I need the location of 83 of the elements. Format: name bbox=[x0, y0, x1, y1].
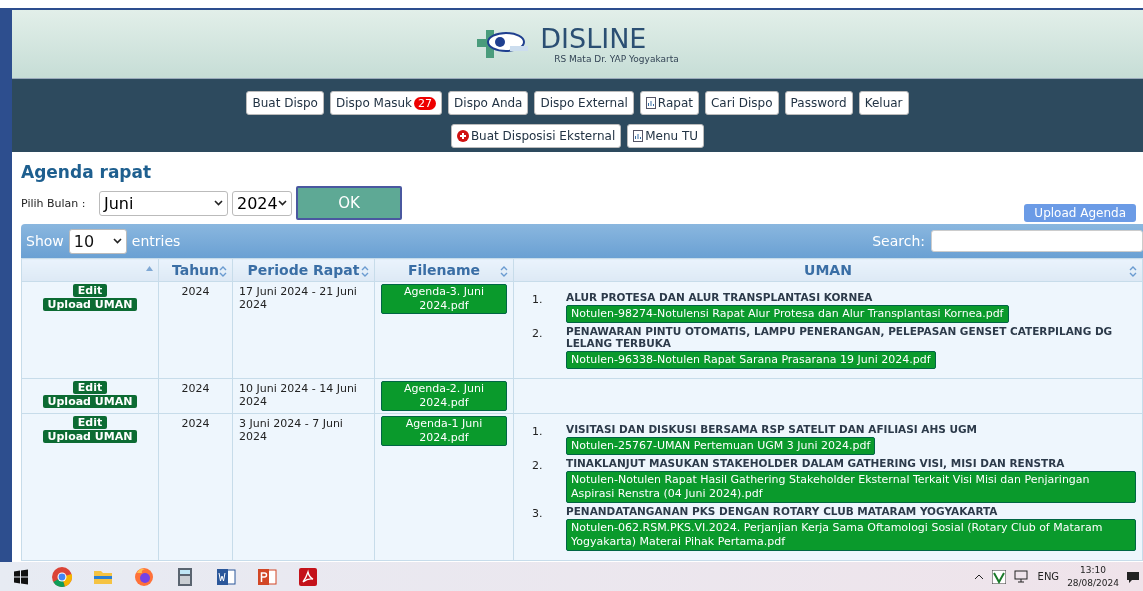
year-dropdown[interactable]: 2024 bbox=[232, 190, 292, 216]
action-button[interactable]: Upload UMAN bbox=[42, 430, 138, 443]
sort-icon[interactable] bbox=[500, 266, 508, 277]
action-button[interactable]: Edit bbox=[72, 284, 108, 297]
item-number: 2. bbox=[532, 458, 544, 474]
nav-button[interactable]: Keluar bbox=[858, 91, 909, 115]
agenda-item-title: VISITASI DAN DISKUSI BERSAMA RSP SATELIT DAN AFILIASI AHS UGM bbox=[566, 423, 979, 435]
item-number: 2. bbox=[532, 326, 544, 342]
minutes-file-link[interactable]: Notulen-96338-Notulen Rapat Sarana Prasarana 19 Juni 2024.pdf bbox=[566, 351, 936, 369]
search-label: Search: bbox=[872, 233, 925, 249]
browser-icon[interactable] bbox=[50, 565, 73, 588]
pdf-icon[interactable] bbox=[298, 567, 317, 586]
column-header[interactable]: UMAN bbox=[513, 258, 1143, 282]
action-button[interactable]: Upload UMAN bbox=[42, 298, 138, 311]
column-header[interactable]: Filename bbox=[374, 258, 514, 282]
agenda-file-link[interactable]: Agenda-3. Juni 2024.pdf bbox=[381, 284, 507, 314]
agenda-item-title: PENAWARAN PINTU OTOMATIS, LAMPU PENERANGAN, PELEPASAN GENSET CATERPILANG DG LELANG TERBUKA bbox=[566, 325, 1114, 349]
chevron-up-icon[interactable] bbox=[973, 573, 984, 580]
minutes-file-link[interactable]: Notulen-Notulen Rapat Hasil Gathering Stakeholder Eksternal Terkait Visi Misi dan Penjaringan Aspirasi Renstra (04 Juni 2024).pdf bbox=[566, 471, 1136, 503]
item-number: 1. bbox=[532, 424, 544, 440]
language-indicator[interactable]: ENG bbox=[1037, 571, 1060, 582]
filter-label: Pilih Bulan : bbox=[21, 196, 87, 210]
column-title: UMAN bbox=[804, 262, 852, 278]
agenda-file-link[interactable]: Agenda-2. Juni 2024.pdf bbox=[381, 381, 507, 411]
nav-button[interactable]: Password bbox=[784, 91, 853, 115]
site-subtitle: RS Mata Dr. YAP Yogyakarta bbox=[554, 54, 679, 64]
minutes-file-link[interactable]: Notulen-062.RSM.PKS.VI.2024. Perjanjian Kerja Sama Oftamologi Sosial (Rotary Club of Mataram Yogyakarta) Materai Pihak Pertama.pdf bbox=[566, 519, 1136, 551]
sort-icon[interactable] bbox=[1129, 266, 1137, 277]
agenda-file-link[interactable]: Agenda-1 Juni 2024.pdf bbox=[381, 416, 507, 446]
plus-icon bbox=[456, 130, 469, 142]
minutes-file-link[interactable]: Notulen-98274-Notulensi Rapat Alur Protesa dan Alur Transplantasi Kornea.pdf bbox=[566, 305, 1009, 323]
network-icon[interactable] bbox=[1013, 569, 1030, 584]
nav-button[interactable]: Rapat bbox=[639, 91, 699, 115]
year-cell: 2024 bbox=[181, 285, 210, 298]
nav-button[interactable]: Cari Dispo bbox=[704, 91, 779, 115]
powerpoint-icon[interactable] bbox=[256, 566, 277, 587]
tray-app-icon[interactable] bbox=[991, 569, 1006, 584]
document-icon bbox=[645, 97, 656, 109]
chevron-down-icon bbox=[112, 238, 122, 244]
chevron-down-icon bbox=[278, 200, 287, 206]
item-number: 1. bbox=[532, 292, 544, 308]
nav-button[interactable]: Dispo Anda bbox=[448, 91, 529, 115]
clock[interactable]: 13:10 28/08/2024 bbox=[1067, 563, 1119, 590]
nav-button[interactable]: Buat Disposisi Eksternal bbox=[450, 124, 622, 148]
nav-button[interactable]: Dispo Masuk 27 bbox=[329, 91, 443, 115]
windows-icon[interactable] bbox=[12, 568, 29, 585]
action-button[interactable]: Upload UMAN bbox=[42, 395, 138, 408]
item-number: 3. bbox=[532, 506, 544, 522]
column-header[interactable]: Tahun bbox=[158, 258, 233, 282]
sort-icon[interactable] bbox=[219, 266, 227, 277]
column-header[interactable]: Periode Rapat bbox=[232, 258, 375, 282]
document-icon bbox=[633, 130, 644, 142]
period-cell: 10 Juni 2024 - 14 Juni 2024 bbox=[239, 382, 357, 408]
period-cell: 17 Juni 2024 - 21 Juni 2024 bbox=[239, 285, 357, 311]
action-button[interactable]: Edit bbox=[72, 381, 108, 394]
action-button[interactable]: Edit bbox=[72, 416, 108, 429]
sort-icon[interactable] bbox=[361, 266, 369, 277]
nav-button[interactable]: Menu TU bbox=[627, 124, 705, 148]
calculator-icon[interactable] bbox=[176, 566, 193, 587]
page-title: Agenda rapat bbox=[21, 162, 153, 182]
entries-label: entries bbox=[131, 233, 181, 249]
column-title: Filename bbox=[407, 262, 481, 278]
agenda-item-title: ALUR PROTESA DAN ALUR TRANSPLANTASI KORNEA bbox=[566, 291, 874, 303]
site-title: DISLINE bbox=[540, 24, 648, 54]
agenda-item-title: PENANDATANGANAN PKS DENGAN ROTARY CLUB MATARAM YOGYAKARTA bbox=[566, 505, 999, 517]
firefox-icon[interactable] bbox=[133, 566, 154, 587]
year-cell: 2024 bbox=[181, 382, 210, 395]
chevron-down-icon bbox=[214, 200, 223, 206]
nav-button[interactable]: Dispo External bbox=[534, 91, 634, 115]
column-title: Periode Rapat bbox=[247, 262, 360, 278]
column-title: Tahun bbox=[171, 262, 220, 278]
minutes-file-link[interactable]: Notulen-25767-UMAN Pertemuan UGM 3 Juni 2024.pdf bbox=[566, 437, 876, 455]
word-icon[interactable] bbox=[215, 566, 236, 587]
month-dropdown[interactable]: Juni bbox=[99, 190, 228, 216]
notification-icon[interactable] bbox=[1127, 570, 1139, 583]
count-badge: 27 bbox=[414, 96, 437, 110]
page-size-dropdown[interactable]: 10 bbox=[68, 228, 127, 254]
year-cell: 2024 bbox=[181, 417, 210, 430]
period-cell: 3 Juni 2024 - 7 Juni 2024 bbox=[239, 417, 343, 443]
search-field[interactable] bbox=[931, 230, 1143, 252]
agenda-item-title: TINAKLANJUT MASUKAN STAKEHOLDER DALAM GATHERING VISI, MISI DAN RENSTRA bbox=[566, 457, 1066, 469]
show-label: Show bbox=[26, 233, 64, 249]
nav-button[interactable]: Buat Dispo bbox=[246, 91, 324, 115]
